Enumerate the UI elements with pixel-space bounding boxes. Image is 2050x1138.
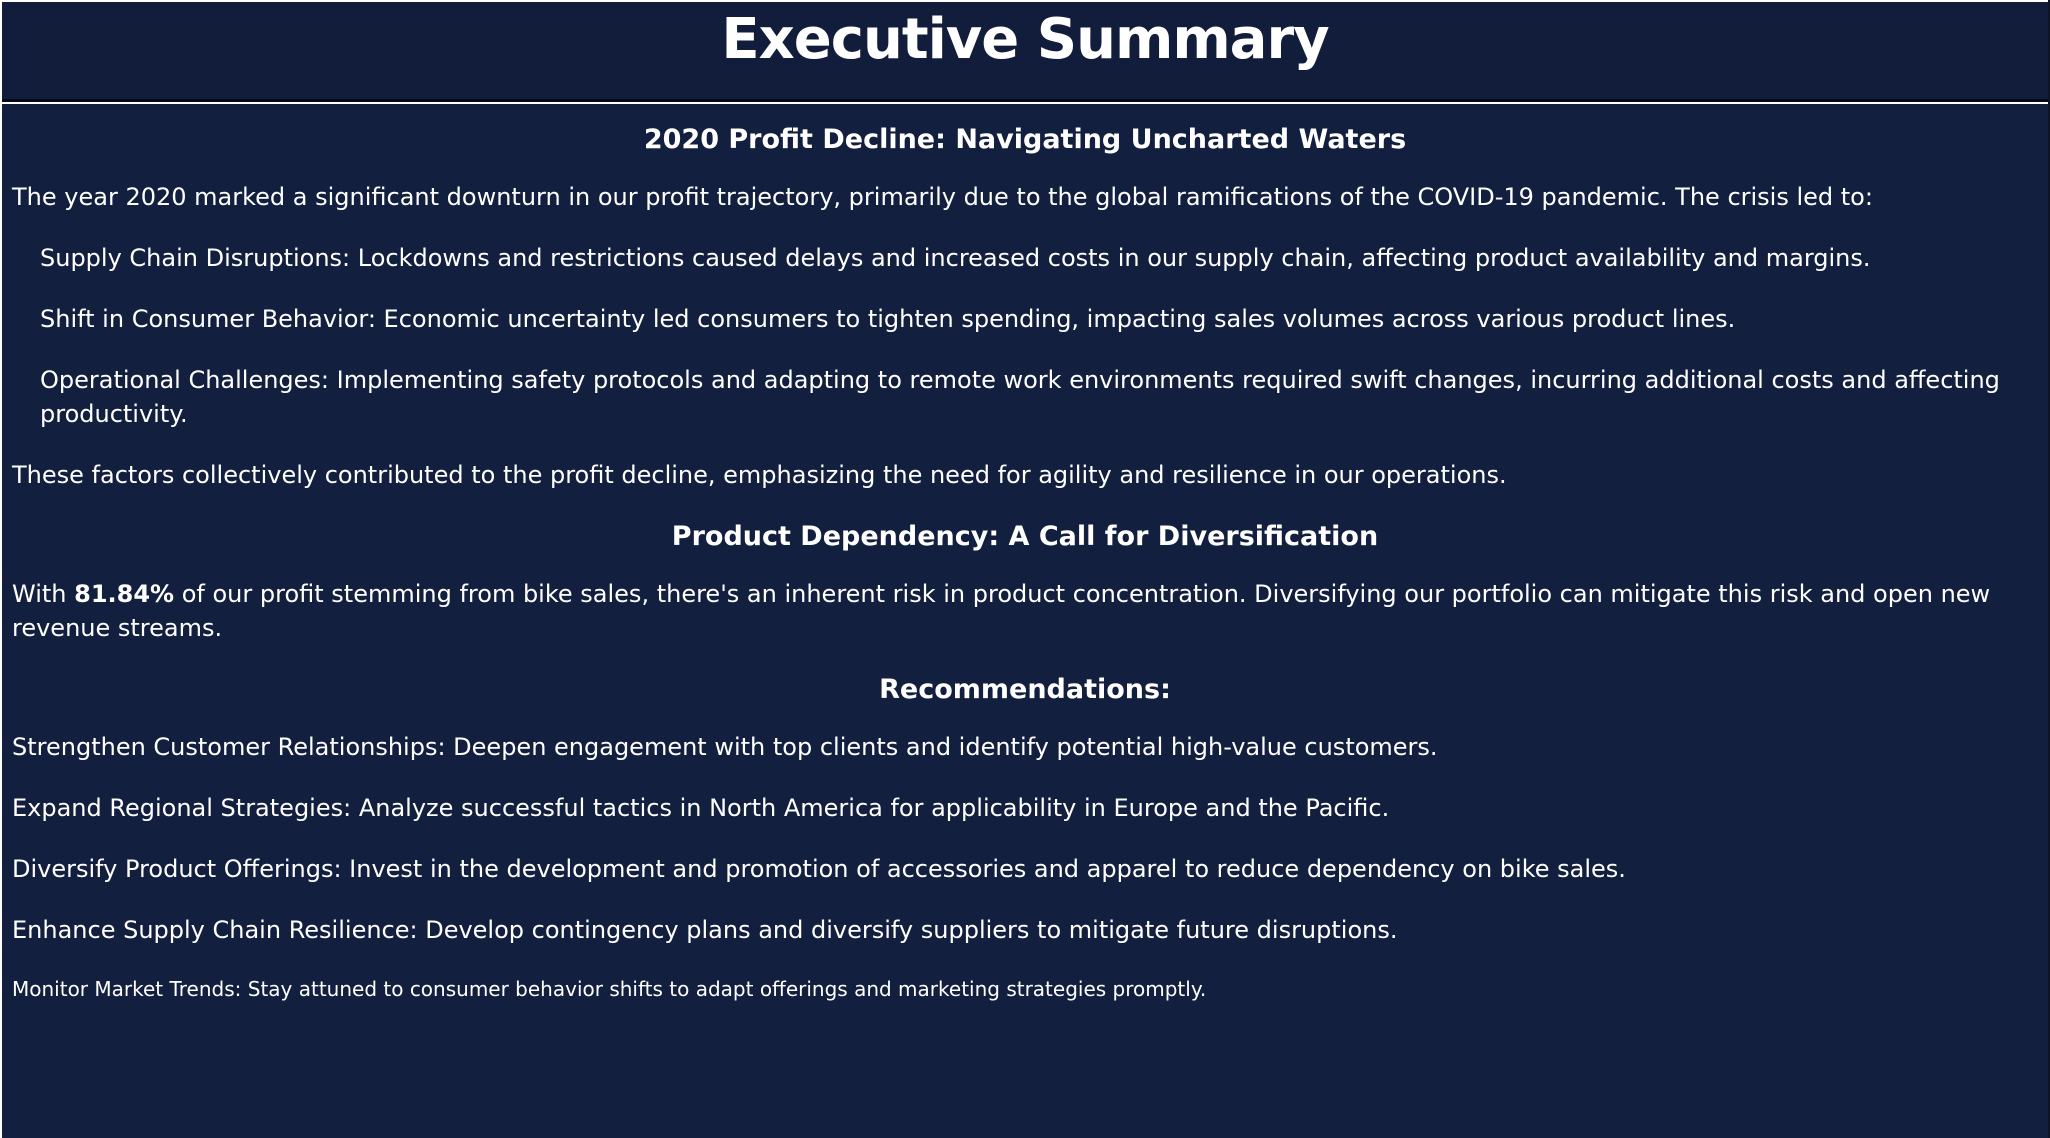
factor-item: Supply Chain Disruptions: Lockdowns and … (40, 244, 1871, 272)
bike-profit-share: 81.84% (74, 580, 175, 608)
recommendation-item: Enhance Supply Chain Resilience: Develop… (12, 916, 1398, 944)
product-dependency-paragraph: With 81.84% of our profit stemming from … (12, 577, 2038, 645)
report-canvas: Executive Summary 2020 Profit Decline: N… (0, 0, 2050, 1138)
recommendation-item: Monitor Market Trends: Stay attuned to c… (12, 977, 1207, 1001)
page-title: Executive Summary (721, 7, 1329, 72)
profit-decline-conclusion: These factors collectively contributed t… (12, 461, 1507, 489)
summary-text-panel: 2020 Profit Decline: Navigating Uncharte… (2, 104, 2048, 1138)
recommendation-item: Strengthen Customer Relationships: Deepe… (12, 733, 1438, 761)
dependency-text-after: of our profit stemming from bike sales, … (12, 580, 1991, 642)
title-bar: Executive Summary (2, 2, 2048, 102)
recommendation-item: Expand Regional Strategies: Analyze succ… (12, 794, 1390, 822)
product-dependency-heading: Product Dependency: A Call for Diversifi… (671, 521, 1379, 552)
factor-item: Shift in Consumer Behavior: Economic unc… (40, 305, 1736, 333)
factor-item: Operational Challenges: Implementing saf… (40, 366, 2000, 428)
recommendations-heading: Recommendations: (879, 674, 1171, 705)
recommendation-item: Diversify Product Offerings: Invest in t… (12, 855, 1626, 883)
profit-decline-heading: 2020 Profit Decline: Navigating Uncharte… (643, 124, 1407, 155)
dependency-text-before: With (12, 580, 75, 608)
profit-decline-intro: The year 2020 marked a significant downt… (12, 183, 1873, 211)
